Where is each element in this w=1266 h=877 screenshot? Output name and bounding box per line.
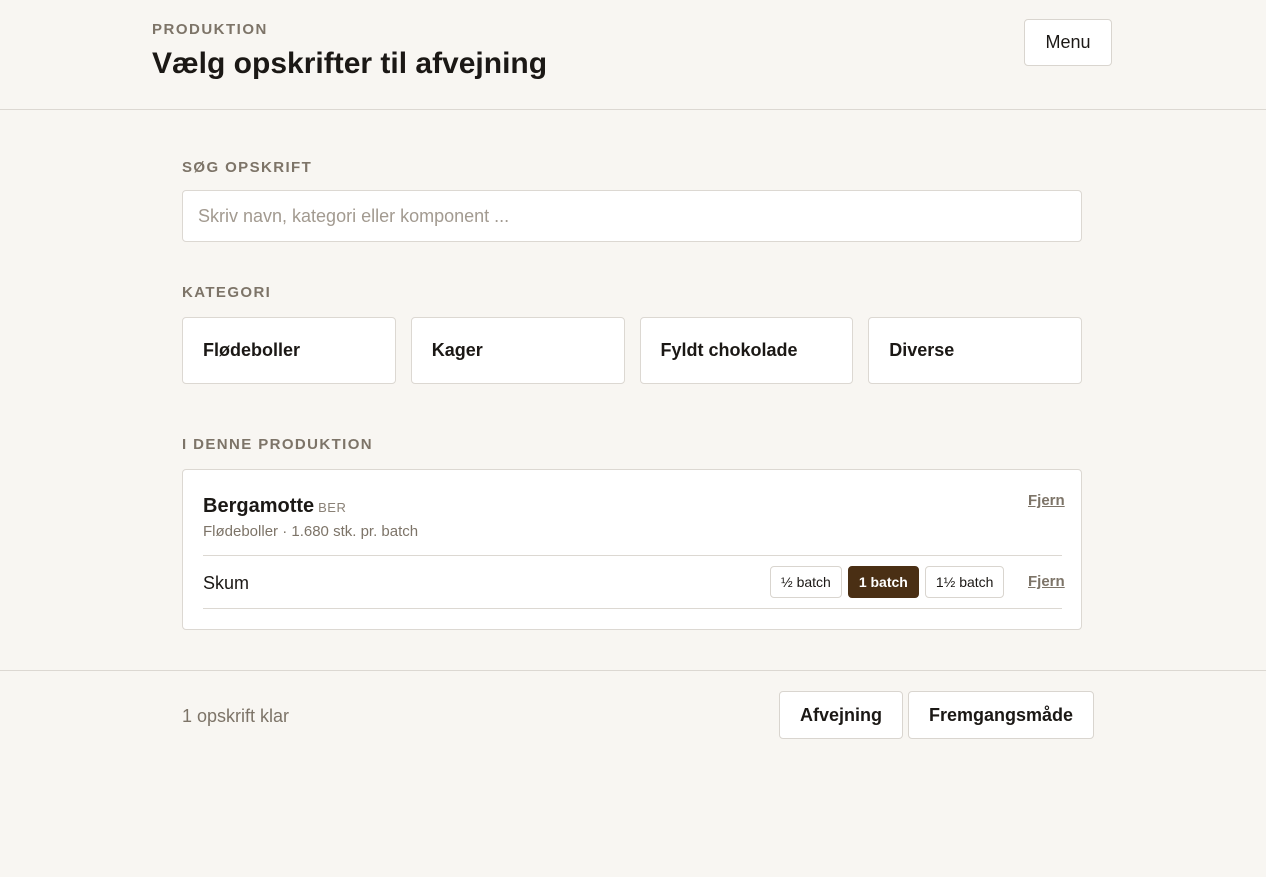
batch-one-button[interactable]: 1 batch bbox=[847, 566, 919, 598]
weigh-button[interactable]: Afvejning bbox=[779, 691, 904, 739]
batch-one-and-half-button[interactable]: 1½ batch bbox=[924, 566, 1005, 598]
menu-button[interactable]: Menu bbox=[1024, 19, 1112, 66]
recipe-meta: Flødeboller · 1.680 stk. pr. batch bbox=[203, 523, 419, 540]
page-header: PRODUKTION Vælg opskrifter til afvejning… bbox=[0, 0, 1266, 110]
category-diverse[interactable]: Diverse bbox=[868, 317, 1082, 384]
batch-half-button[interactable]: ½ batch bbox=[770, 566, 842, 598]
recipe-name: Bergamotte bbox=[203, 495, 315, 517]
recipe-title: Bergamotte BER bbox=[203, 495, 346, 518]
category-fyldt-chokolade[interactable]: Fyldt chokolade bbox=[639, 317, 854, 384]
recipe-code: BER bbox=[318, 500, 347, 515]
category-list: Flødeboller Kager Fyldt chokolade Divers… bbox=[182, 317, 1082, 384]
category-flodeboller[interactable]: Flødeboller bbox=[182, 317, 396, 384]
component-name: Skum bbox=[203, 573, 250, 593]
production-label: I DENNE PRODUKTION bbox=[182, 436, 374, 453]
search-input[interactable] bbox=[182, 190, 1082, 242]
recipe-card: Bergamotte BER Flødeboller · 1.680 stk. p… bbox=[182, 469, 1082, 630]
main-content: SØG OPSKRIFT KATEGORI Flødeboller Kager … bbox=[0, 110, 1266, 670]
page-title: Vælg opskrifter til afvejning bbox=[152, 47, 548, 80]
category-label: KATEGORI bbox=[182, 284, 272, 301]
component-row: Skum ½ batch 1 batch 1½ batch Fjern bbox=[203, 555, 1065, 609]
search-label: SØG OPSKRIFT bbox=[182, 159, 313, 176]
ready-status: 1 opskrift klar bbox=[182, 706, 290, 726]
page-footer: 1 opskrift klar Afvejning Fremgangsmåde bbox=[0, 670, 1266, 877]
batch-selector: ½ batch 1 batch 1½ batch bbox=[770, 566, 1005, 598]
category-kager[interactable]: Kager bbox=[410, 317, 625, 384]
procedure-button[interactable]: Fremgangsmåde bbox=[908, 691, 1095, 739]
remove-recipe-link[interactable]: Fjern bbox=[1028, 492, 1065, 509]
remove-component-link[interactable]: Fjern bbox=[1028, 573, 1065, 590]
page-eyebrow: PRODUKTION bbox=[152, 21, 268, 38]
